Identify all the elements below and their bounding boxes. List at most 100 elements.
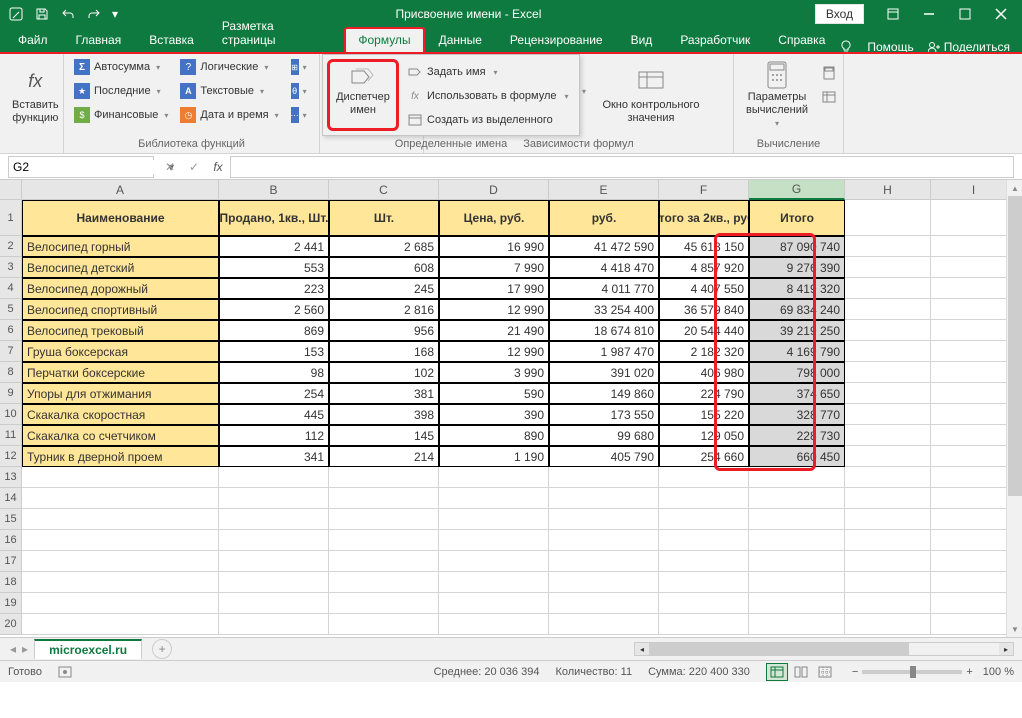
data-cell[interactable]: 2 816 <box>329 299 439 320</box>
total-cell[interactable]: 4 169 790 <box>749 341 845 362</box>
cell[interactable] <box>439 467 549 488</box>
cell[interactable] <box>931 488 1017 509</box>
cell[interactable] <box>845 509 931 530</box>
cell[interactable] <box>22 530 219 551</box>
name-box[interactable]: ▾ <box>8 156 154 178</box>
cell[interactable] <box>329 572 439 593</box>
name-cell[interactable]: Велосипед детский <box>22 257 219 278</box>
cell[interactable] <box>845 200 931 236</box>
row-header[interactable]: 14 <box>0 488 22 509</box>
data-cell[interactable]: 254 660 <box>659 446 749 467</box>
row-header[interactable]: 5 <box>0 299 22 320</box>
data-cell[interactable]: 1 987 470 <box>549 341 659 362</box>
add-sheet-button[interactable]: + <box>152 639 172 659</box>
cell[interactable] <box>22 467 219 488</box>
watch-window-button[interactable]: Окно контрольного значения <box>596 56 706 134</box>
name-cell[interactable]: Турник в дверной проем <box>22 446 219 467</box>
cell[interactable] <box>931 509 1017 530</box>
cell[interactable] <box>329 530 439 551</box>
data-cell[interactable]: 102 <box>329 362 439 383</box>
name-manager-button[interactable]: Диспетчер имен <box>332 64 394 120</box>
data-cell[interactable]: 341 <box>219 446 329 467</box>
cell[interactable] <box>931 383 1017 404</box>
data-cell[interactable]: 2 685 <box>329 236 439 257</box>
math-button[interactable]: θ▾ <box>287 80 311 102</box>
column-header[interactable]: G <box>749 180 845 200</box>
cell[interactable] <box>22 509 219 530</box>
cell[interactable] <box>219 593 329 614</box>
cell[interactable] <box>439 530 549 551</box>
select-all-corner[interactable] <box>0 180 22 200</box>
row-header[interactable]: 12 <box>0 446 22 467</box>
cell[interactable] <box>931 299 1017 320</box>
cell[interactable] <box>749 614 845 635</box>
cell[interactable] <box>549 488 659 509</box>
data-cell[interactable]: 398 <box>329 404 439 425</box>
logical-button[interactable]: ?Логические▾ <box>176 56 282 78</box>
tab-insert[interactable]: Вставка <box>135 27 208 54</box>
data-cell[interactable]: 129 050 <box>659 425 749 446</box>
data-cell[interactable]: 20 544 440 <box>659 320 749 341</box>
cell[interactable] <box>219 467 329 488</box>
cell[interactable] <box>659 614 749 635</box>
total-cell[interactable]: 798 000 <box>749 362 845 383</box>
cell[interactable] <box>659 572 749 593</box>
calc-options-button[interactable]: Параметры вычислений▾ <box>740 56 814 134</box>
cell[interactable] <box>749 488 845 509</box>
cancel-formula-icon[interactable]: ✕ <box>158 156 182 178</box>
insert-function-button[interactable]: fx Вставить функцию <box>6 56 65 134</box>
header-cell[interactable]: Шт. <box>329 200 439 236</box>
cell[interactable] <box>845 572 931 593</box>
row-header[interactable]: 3 <box>0 257 22 278</box>
cell[interactable] <box>931 236 1017 257</box>
save-icon[interactable] <box>30 2 54 26</box>
text-button[interactable]: AТекстовые▾ <box>176 80 282 102</box>
cell[interactable] <box>749 593 845 614</box>
cell[interactable] <box>845 278 931 299</box>
cell[interactable] <box>549 509 659 530</box>
data-cell[interactable]: 2 560 <box>219 299 329 320</box>
row-header[interactable]: 18 <box>0 572 22 593</box>
total-cell[interactable]: 69 834 240 <box>749 299 845 320</box>
cell[interactable] <box>931 200 1017 236</box>
cell[interactable] <box>845 530 931 551</box>
data-cell[interactable]: 224 790 <box>659 383 749 404</box>
cell[interactable] <box>549 467 659 488</box>
tab-review[interactable]: Рецензирование <box>496 27 617 54</box>
cell[interactable] <box>749 530 845 551</box>
cell[interactable] <box>845 404 931 425</box>
row-header[interactable]: 9 <box>0 383 22 404</box>
data-cell[interactable]: 590 <box>439 383 549 404</box>
data-cell[interactable]: 112 <box>219 425 329 446</box>
cell[interactable] <box>439 551 549 572</box>
total-cell[interactable]: 328 770 <box>749 404 845 425</box>
row-header[interactable]: 11 <box>0 425 22 446</box>
cell[interactable] <box>439 593 549 614</box>
data-cell[interactable]: 3 990 <box>439 362 549 383</box>
header-cell[interactable]: Цена, руб. <box>439 200 549 236</box>
tab-formulas[interactable]: Формулы <box>344 27 424 54</box>
data-cell[interactable]: 245 <box>329 278 439 299</box>
use-in-formula-button[interactable]: fxИспользовать в формуле▾ <box>403 85 573 107</box>
tab-developer[interactable]: Разработчик <box>666 27 764 54</box>
cell[interactable] <box>931 362 1017 383</box>
autosum-button[interactable]: ΣАвтосумма▾ <box>70 56 172 78</box>
zoom-out-icon[interactable]: − <box>852 666 858 678</box>
data-cell[interactable]: 391 020 <box>549 362 659 383</box>
zoom-slider[interactable] <box>862 670 962 674</box>
data-cell[interactable]: 2 441 <box>219 236 329 257</box>
undo-icon[interactable] <box>56 2 80 26</box>
cell[interactable] <box>549 593 659 614</box>
cell[interactable] <box>931 572 1017 593</box>
cell[interactable] <box>329 467 439 488</box>
formula-input[interactable] <box>230 156 1014 178</box>
name-cell[interactable]: Велосипед трековый <box>22 320 219 341</box>
data-cell[interactable]: 4 011 770 <box>549 278 659 299</box>
data-cell[interactable]: 33 254 400 <box>549 299 659 320</box>
data-cell[interactable]: 7 990 <box>439 257 549 278</box>
cell[interactable] <box>931 320 1017 341</box>
cell[interactable] <box>931 257 1017 278</box>
row-header[interactable]: 15 <box>0 509 22 530</box>
total-cell[interactable]: 374 650 <box>749 383 845 404</box>
cell[interactable] <box>845 425 931 446</box>
